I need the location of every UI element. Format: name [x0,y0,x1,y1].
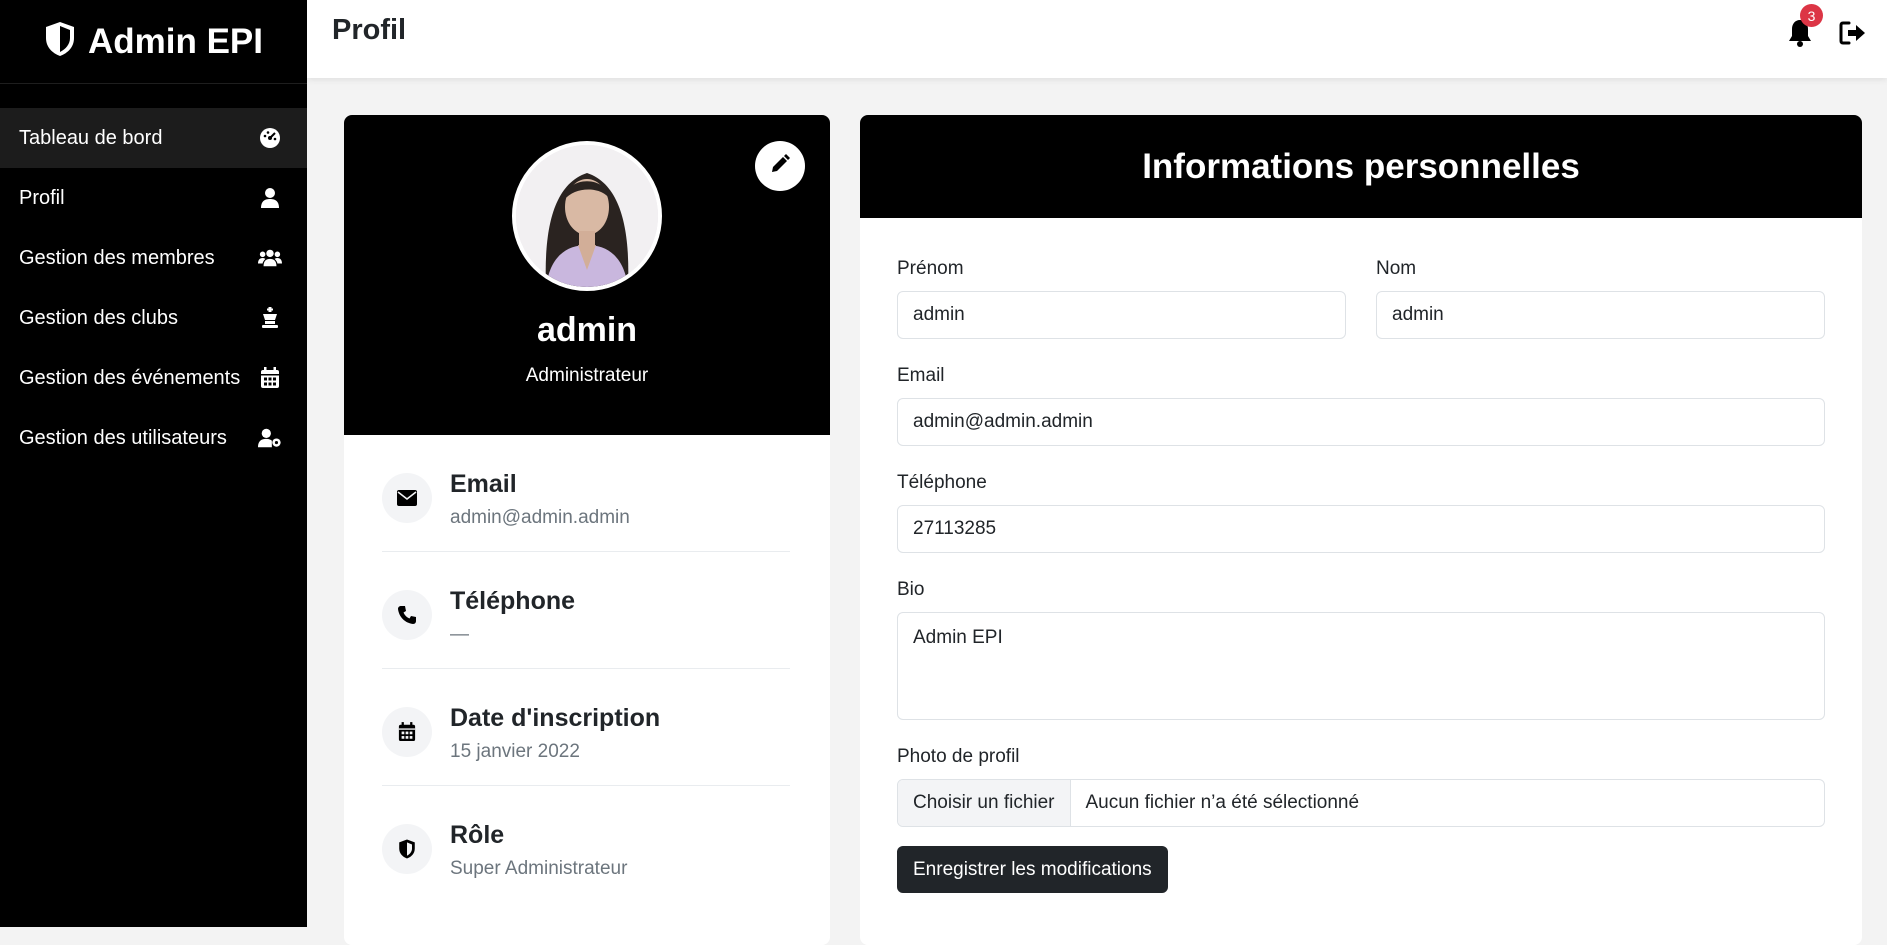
sidebar-item-tableau-de-bord[interactable]: Tableau de bord [0,108,307,168]
nom-field[interactable]: admin [1376,291,1825,339]
edit-profile-button[interactable] [755,141,805,191]
phone-icon [382,590,432,640]
sidebar-item-label: Tableau de bord [19,126,163,149]
photo-file-input[interactable]: Choisir un fichier Aucun fichier n’a été… [897,779,1825,827]
info-value: — [450,624,469,645]
info-label: Téléphone [450,587,576,615]
sidebar-item-profil[interactable]: Profil [0,168,307,228]
profile-role: Administrateur [525,365,649,386]
info-label: Email [450,470,517,498]
profile-info-list: Email admin@admin.admin Téléphone — Date… [344,435,830,902]
info-value: Super Administrateur [450,858,628,879]
telephone-field[interactable]: 27113285 [897,505,1825,553]
sidebar-item-label: Gestion des utilisateurs [19,426,227,449]
sidebar-item-gestion-des-utilisateurs[interactable]: Gestion des utilisateurs [0,408,307,468]
info-item-telephone: Téléphone — [382,552,790,669]
shield-icon [382,824,432,874]
email-field[interactable]: admin@admin.admin [897,398,1825,446]
telephone-label: Téléphone [897,472,987,493]
sidebar-item-gestion-des-clubs[interactable]: Gestion des clubs [0,288,307,348]
profile-header: admin Administrateur [344,115,830,435]
bio-label: Bio [897,579,925,600]
nom-label: Nom [1376,258,1417,279]
personal-info-form: Prénom admin Nom admin Email admin@admin… [860,218,1862,893]
sidebar-item-label: Gestion des clubs [19,306,178,329]
sidebar-item-gestion-des-membres[interactable]: Gestion des membres [0,228,307,288]
photo-label: Photo de profil [897,746,1020,767]
sidebar-item-label: Profil [19,186,65,209]
profile-name: admin [536,311,638,349]
sidebar-item-label: Gestion des membres [19,246,215,269]
file-status: Aucun fichier n’a été sélectionné [1085,792,1360,813]
gauge-icon [258,126,282,150]
personal-info-card: Informations personnelles Prénom admin N… [860,115,1862,945]
info-value: 15 janvier 2022 [450,741,580,762]
users-icon [258,246,282,270]
choose-file-button[interactable]: Choisir un fichier [898,780,1071,826]
info-item-email: Email admin@admin.admin [382,435,790,552]
prenom-label: Prénom [897,258,964,279]
logout-icon[interactable] [1839,20,1867,48]
info-label: Rôle [450,821,505,849]
brand[interactable]: Admin EPI [0,0,307,84]
calendar-icon [258,366,282,390]
sidebar-item-label: Gestion des événements [19,366,241,389]
user-icon [258,186,282,210]
user-gear-icon [258,426,282,450]
notification-badge: 3 [1800,4,1823,27]
page-title: Profil [332,14,407,46]
info-item-date-inscription: Date d'inscription 15 janvier 2022 [382,669,790,786]
sidebar-nav: Tableau de bord Profil Gestion des membr… [0,84,307,468]
info-value: admin@admin.admin [450,507,630,528]
prenom-field[interactable]: admin [897,291,1346,339]
shield-icon [44,21,76,62]
save-button[interactable]: Enregistrer les modifications [897,846,1168,893]
sidebar-item-gestion-des-evenements[interactable]: Gestion des événements [0,348,307,408]
calendar-icon [382,707,432,757]
bio-textarea[interactable]: Admin EPI [897,612,1825,720]
pencil-icon [770,153,790,179]
avatar [512,141,662,291]
email-label: Email [897,365,945,386]
form-title: Informations personnelles [860,115,1862,218]
sidebar: Admin EPI Tableau de bord Profil Gestion… [0,0,307,927]
profile-card: admin Administrateur Email admin@admin.a… [344,115,830,945]
info-item-role: Rôle Super Administrateur [382,786,790,902]
chess-icon [258,306,282,330]
brand-title: Admin EPI [87,21,264,61]
topbar: Profil 3 [307,0,1887,78]
envelope-icon [382,473,432,523]
info-label: Date d'inscription [450,704,661,732]
